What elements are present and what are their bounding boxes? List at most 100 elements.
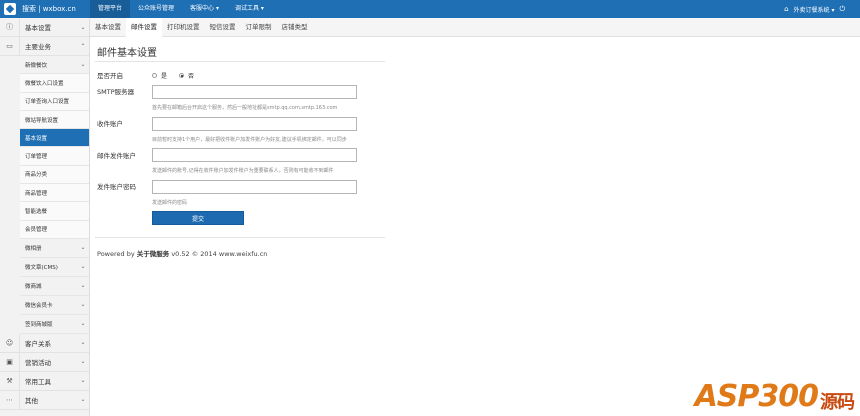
radio-yes[interactable]: 是 xyxy=(152,71,167,80)
footer-prefix: Powered by xyxy=(97,250,137,258)
divider xyxy=(95,61,385,62)
main-content: 邮件基本设置 是否开启 是 否 SMTP服务器 首先要在邮箱后台开启这个服务，然… xyxy=(90,37,860,416)
submit-button[interactable]: 提交 xyxy=(152,211,244,225)
sidebar-item-tools[interactable]: ⚒ 常用工具 ⌄ xyxy=(0,371,89,391)
tab-order-limits[interactable]: 订单限制 xyxy=(241,18,277,37)
tab-printer-settings[interactable]: 打印机设置 xyxy=(162,18,205,37)
sidebar-item-label: 其他 xyxy=(25,396,38,405)
sidebar-item-label: 主要业务 xyxy=(25,43,51,51)
user-menu[interactable]: 外卖订餐系统 ▾ xyxy=(794,5,835,14)
sidebar-subitem[interactable]: 微餐饮入口设置 xyxy=(20,74,89,93)
chevron-down-icon: ⌄ xyxy=(80,282,86,290)
sidebar-item-main-business[interactable]: ▭ 主要业务 ⌃ xyxy=(0,37,89,56)
topnav-service-center[interactable]: 客服中心 ▾ xyxy=(182,0,227,18)
gift-icon: ▣ xyxy=(0,352,20,371)
sidebar: ⓘ 基本设置 ⌄ ▭ 主要业务 ⌃ 新微餐饮 ⌄ 微餐饮入口设置 订单查询入口设… xyxy=(0,18,90,416)
footer-link[interactable]: 关于微服务 xyxy=(137,250,170,258)
sidebar-group-new-catering[interactable]: 新微餐饮 ⌄ xyxy=(20,56,89,75)
divider xyxy=(95,237,385,238)
chevron-down-icon: ⌄ xyxy=(80,301,86,309)
footer-suffix: v0.52 © 2014 www.weixfu.cn xyxy=(169,250,268,258)
sidebar-group[interactable]: 微相册 ⌄ xyxy=(20,238,89,258)
sidebar-group-label: 微信会员卡 xyxy=(25,302,53,309)
top-nav: 管理平台 公众账号管理 客服中心 ▾ 调试工具 ▾ xyxy=(90,0,272,18)
sidebar-group[interactable]: 签到商城版 ⌄ xyxy=(20,314,89,334)
radio-yes-label: 是 xyxy=(161,73,168,80)
radio-no[interactable]: 否 xyxy=(179,71,194,80)
chevron-down-icon: ⌄ xyxy=(80,377,86,385)
sidebar-item-basic-settings[interactable]: ⓘ 基本设置 ⌄ xyxy=(0,18,89,37)
chevron-down-icon: ⌄ xyxy=(80,23,86,31)
cube-logo-icon xyxy=(4,3,16,15)
top-navbar: 搜索 | wxbox.cn 管理平台 公众账号管理 客服中心 ▾ 调试工具 ▾ … xyxy=(0,0,860,18)
sidebar-item-label: 基本设置 xyxy=(25,24,51,32)
sidebar-group-label: 微商城 xyxy=(25,283,42,290)
chevron-down-icon: ⌄ xyxy=(80,263,86,271)
brand-text: 搜索 | wxbox.cn xyxy=(22,5,76,13)
sidebar-item-marketing[interactable]: ▣ 营销活动 ⌄ xyxy=(0,352,89,372)
chevron-down-icon: ⌄ xyxy=(80,61,86,69)
sidebar-subitem-active[interactable]: 基本设置 xyxy=(20,129,89,148)
chevron-up-icon: ⌃ xyxy=(80,42,86,50)
sidebar-subitem[interactable]: 会员管理 xyxy=(20,220,89,239)
sidebar-subitem[interactable]: 商品分类 xyxy=(20,165,89,185)
sidebar-group-label: 新微餐饮 xyxy=(25,62,48,69)
sidebar-subitem[interactable]: 微站导航设置 xyxy=(20,110,89,130)
topnav-admin-platform[interactable]: 管理平台 xyxy=(90,0,131,18)
sidebar-group[interactable]: 微信会员卡 ⌄ xyxy=(20,295,89,315)
tab-email-settings[interactable]: 邮件设置 xyxy=(126,17,162,37)
sender-label: 邮件发件账户 xyxy=(97,152,136,160)
sidebar-subitem[interactable]: 订单管理 xyxy=(20,147,89,166)
watermark-logo: ASP300 源码 xyxy=(694,379,855,414)
sidebar-group-label: 微相册 xyxy=(25,245,42,252)
info-icon: ⓘ xyxy=(0,18,20,36)
tab-shop-types[interactable]: 店铺类型 xyxy=(277,18,313,37)
brand[interactable]: 搜索 | wxbox.cn xyxy=(0,0,90,18)
chevron-down-icon: ⌄ xyxy=(80,244,86,252)
radio-circle-checked xyxy=(179,73,184,78)
sidebar-item-label: 客户关系 xyxy=(25,339,51,348)
sidebar-group[interactable]: 微文章(CMS) ⌄ xyxy=(20,257,89,277)
sidebar-group-label: 签到商城版 xyxy=(25,321,53,328)
sidebar-subitem[interactable]: 智能选餐 xyxy=(20,202,89,221)
footer: Powered by 关于微服务 v0.52 © 2014 www.weixfu… xyxy=(97,248,267,258)
sidebar-subitem[interactable]: 订单查询入口设置 xyxy=(20,92,89,111)
sidebar-item-other[interactable]: ⋯ 其他 ⌄ xyxy=(0,390,89,410)
chevron-down-icon: ⌄ xyxy=(80,396,86,404)
chevron-down-icon: ⌄ xyxy=(80,320,86,328)
sidebar-item-label: 常用工具 xyxy=(25,377,51,386)
settings-tabs: 基本设置 邮件设置 打印机设置 短信设置 订单限制 店铺类型 xyxy=(90,17,860,37)
home-icon[interactable]: ⌂ xyxy=(784,5,788,13)
sidebar-group-label: 微文章(CMS) xyxy=(25,264,58,271)
tab-basic-settings[interactable]: 基本设置 xyxy=(90,18,126,37)
watermark-text: ASP300 xyxy=(694,379,819,414)
smtp-help: 首先要在邮箱后台开启这个服务，然后一般地址都是smtp.qq.com,smtp.… xyxy=(152,105,338,111)
watermark-cn: 源码 xyxy=(820,392,855,413)
more-icon: ⋯ xyxy=(0,390,20,409)
receiver-label: 收件账户 xyxy=(97,120,123,128)
smtp-label: SMTP服务器 xyxy=(97,88,135,96)
topnav-account-manage[interactable]: 公众账号管理 xyxy=(130,0,182,18)
password-input[interactable] xyxy=(152,180,357,194)
password-label: 发件账户密码 xyxy=(97,183,136,191)
sidebar-subitem[interactable]: 商品管理 xyxy=(20,184,89,203)
enable-label: 是否开启 xyxy=(97,72,123,80)
top-right-area: ⌂ 外卖订餐系统 ▾ ⏻ xyxy=(779,0,860,18)
smtp-server-input[interactable] xyxy=(152,85,357,99)
receiver-input[interactable] xyxy=(152,117,357,131)
topnav-debug-tools[interactable]: 调试工具 ▾ xyxy=(227,0,272,18)
signout-icon[interactable]: ⏻ xyxy=(839,5,845,14)
sender-input[interactable] xyxy=(152,148,357,162)
sidebar-group[interactable]: 微商城 ⌄ xyxy=(20,276,89,296)
radio-circle xyxy=(152,73,157,78)
sidebar-item-customer[interactable]: ☺ 客户关系 ⌄ xyxy=(0,333,89,353)
page-title: 邮件基本设置 xyxy=(97,48,157,59)
receiver-help: 目前暂时支持1个用户，最好把收件账户加发件账户为好友,建议手机绑定邮件，可以同步 xyxy=(152,137,347,143)
wrench-icon: ⚒ xyxy=(0,371,20,390)
chevron-down-icon: ⌄ xyxy=(80,358,86,366)
sender-help: 发送邮件的账号,记得在收件账户加发件账户为重要联系人，否则有可能收不到邮件 xyxy=(152,168,334,174)
password-help: 发送邮件的密码 xyxy=(152,200,188,206)
sidebar-item-label: 营销活动 xyxy=(25,358,51,367)
sidebar-submenu: 新微餐饮 ⌄ 微餐饮入口设置 订单查询入口设置 微站导航设置 基本设置 订单管理… xyxy=(0,56,89,334)
tab-sms-settings[interactable]: 短信设置 xyxy=(205,18,241,37)
